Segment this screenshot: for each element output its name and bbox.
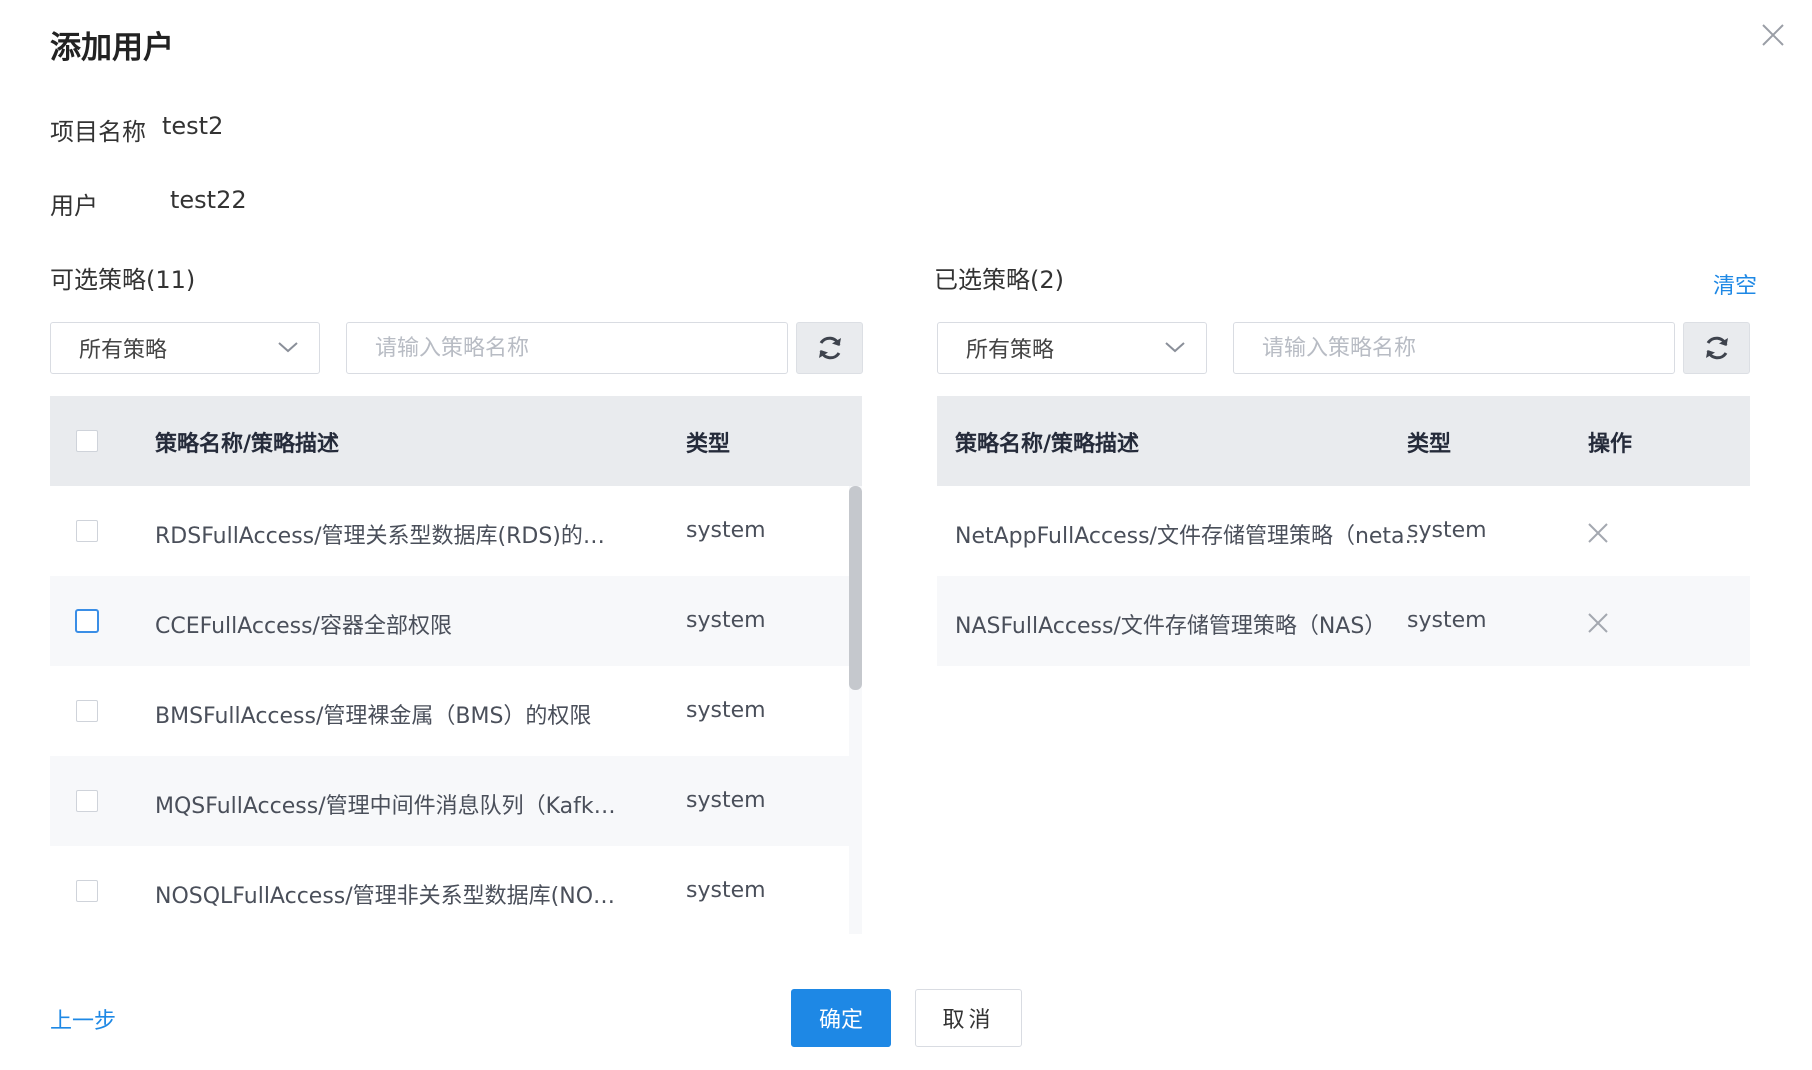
available-search-input[interactable]	[346, 322, 788, 374]
row-checkbox[interactable]	[76, 520, 98, 542]
selected-filter-value: 所有策略	[966, 338, 1055, 363]
table-row[interactable]: NOSQLFullAccess/管理非关系型数据库(NO… system	[50, 846, 849, 934]
clear-button[interactable]: 清空	[1713, 268, 1757, 300]
refresh-icon	[818, 336, 841, 360]
selected-header-action: 操作	[1588, 432, 1633, 457]
policy-type: system	[686, 698, 766, 723]
scrollbar-thumb[interactable]	[849, 486, 862, 690]
selected-header-name: 策略名称/策略描述	[955, 432, 1140, 457]
close-icon[interactable]	[1760, 22, 1786, 48]
previous-step-link[interactable]: 上一步	[50, 1003, 116, 1035]
table-row: NetAppFullAccess/文件存储管理策略（neta… system	[937, 486, 1750, 576]
user-label: 用户	[50, 192, 98, 220]
chevron-down-icon	[1165, 342, 1185, 353]
row-checkbox[interactable]	[76, 790, 98, 812]
selected-header-type: 类型	[1407, 432, 1452, 457]
selected-table-header: 策略名称/策略描述 类型 操作	[937, 396, 1750, 486]
selected-policies-title: 已选策略(2)	[934, 266, 1064, 294]
policy-name: NetAppFullAccess/文件存储管理策略（neta…	[955, 524, 1427, 549]
available-filter-select[interactable]: 所有策略	[50, 322, 320, 374]
policy-type: system	[686, 608, 766, 633]
select-all-checkbox[interactable]	[76, 430, 98, 452]
available-table-body: RDSFullAccess/管理关系型数据库(RDS)的… system CCE…	[50, 486, 849, 934]
project-row: 项目名称 test2	[50, 112, 223, 147]
available-filter-value: 所有策略	[79, 338, 168, 363]
available-header-name: 策略名称/策略描述	[155, 432, 340, 457]
table-row[interactable]: CCEFullAccess/容器全部权限 system	[50, 576, 849, 666]
available-policies-title: 可选策略(11)	[50, 266, 196, 294]
add-user-dialog: 添加用户 项目名称 test2 用户 test22 可选策略(11) 所有策略 …	[0, 0, 1812, 1070]
project-value: test2	[162, 112, 224, 140]
row-checkbox[interactable]	[76, 700, 98, 722]
policy-type: system	[1407, 608, 1487, 633]
refresh-icon	[1705, 336, 1728, 360]
policy-name: MQSFullAccess/管理中间件消息队列（Kafk…	[155, 794, 616, 819]
policy-type: system	[686, 788, 766, 813]
selected-filter-select[interactable]: 所有策略	[937, 322, 1207, 374]
chevron-down-icon	[278, 342, 298, 353]
policy-name: CCEFullAccess/容器全部权限	[155, 614, 452, 639]
policy-name: RDSFullAccess/管理关系型数据库(RDS)的…	[155, 524, 605, 549]
user-row: 用户 test22	[50, 186, 247, 221]
policy-name: NASFullAccess/文件存储管理策略（NAS）	[955, 614, 1387, 639]
selected-table-body: NetAppFullAccess/文件存储管理策略（neta… system N…	[937, 486, 1750, 666]
cancel-button[interactable]: 取消	[915, 989, 1022, 1047]
dialog-title: 添加用户	[50, 30, 174, 66]
row-checkbox[interactable]	[75, 609, 99, 633]
table-row[interactable]: BMSFullAccess/管理裸金属（BMS）的权限 system	[50, 666, 849, 756]
selected-refresh-button[interactable]	[1683, 322, 1750, 374]
policy-name: NOSQLFullAccess/管理非关系型数据库(NO…	[155, 884, 616, 909]
selected-search-input[interactable]	[1233, 322, 1675, 374]
available-refresh-button[interactable]	[796, 322, 863, 374]
user-value: test22	[170, 186, 247, 214]
table-row[interactable]: MQSFullAccess/管理中间件消息队列（Kafk… system	[50, 756, 849, 846]
policy-type: system	[686, 878, 766, 903]
table-row[interactable]: RDSFullAccess/管理关系型数据库(RDS)的… system	[50, 486, 849, 576]
policy-name: BMSFullAccess/管理裸金属（BMS）的权限	[155, 704, 592, 729]
project-label: 项目名称	[50, 118, 146, 146]
available-table-header: 策略名称/策略描述 类型	[50, 396, 862, 486]
delete-x-icon[interactable]	[1587, 522, 1609, 544]
table-row: NASFullAccess/文件存储管理策略（NAS） system	[937, 576, 1750, 666]
delete-x-icon[interactable]	[1587, 612, 1609, 634]
policy-type: system	[1407, 518, 1487, 543]
policy-type: system	[686, 518, 766, 543]
row-checkbox[interactable]	[76, 880, 98, 902]
confirm-button[interactable]: 确定	[791, 989, 891, 1047]
available-header-type: 类型	[686, 432, 731, 457]
